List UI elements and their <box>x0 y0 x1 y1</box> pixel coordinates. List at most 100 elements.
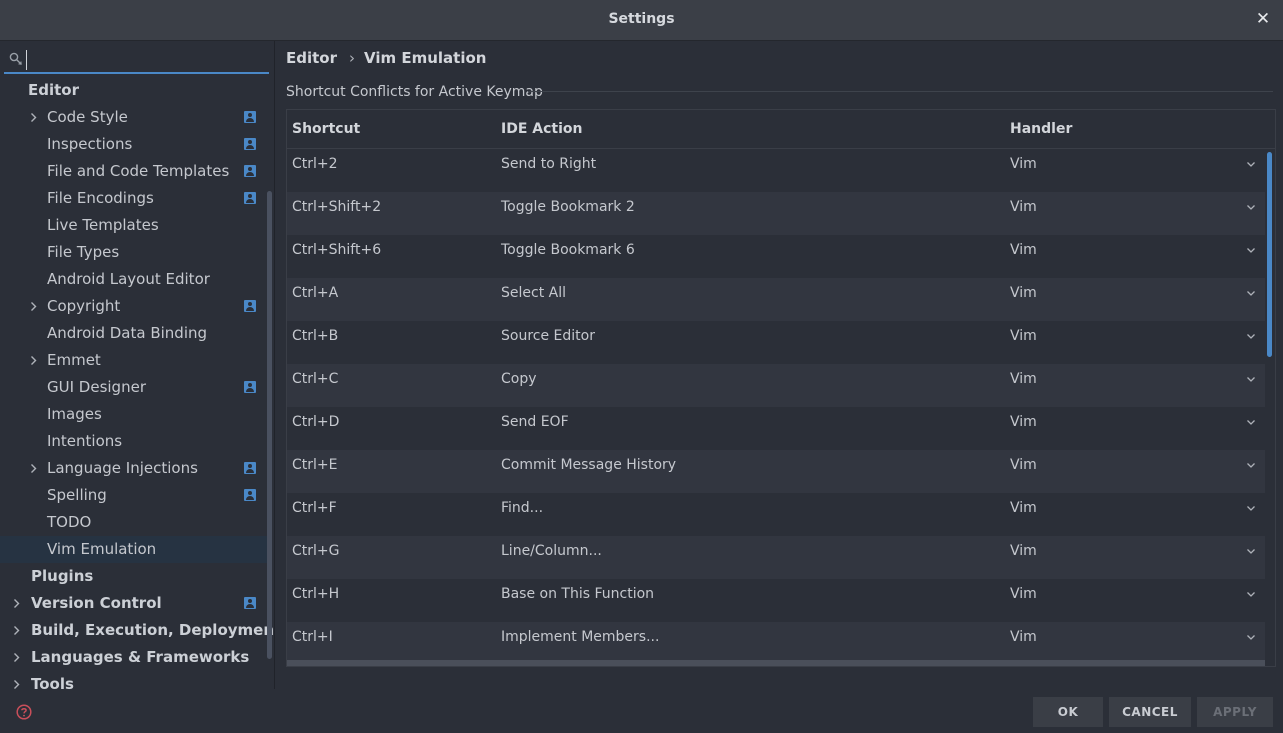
project-level-icon <box>244 597 256 609</box>
sidebar-item-label: Spelling <box>47 486 107 504</box>
cell-ide-action: Source Editor <box>501 328 595 344</box>
chevron-down-icon[interactable] <box>1245 459 1257 471</box>
apply-button[interactable]: APPLY <box>1197 697 1273 727</box>
sidebar-item-label: Plugins <box>31 567 94 585</box>
sidebar-item-intentions[interactable]: Intentions <box>0 428 270 455</box>
chevron-right-icon[interactable] <box>11 644 23 671</box>
chevron-down-icon[interactable] <box>1245 201 1257 213</box>
handler-dropdown[interactable]: Vim <box>1010 328 1037 344</box>
cell-shortcut: Ctrl+F <box>292 500 337 516</box>
sidebar-item-spelling[interactable]: Spelling <box>0 482 270 509</box>
sidebar-item-vim-emulation[interactable]: Vim Emulation <box>0 536 270 563</box>
sidebar-item-editor[interactable]: Editor <box>0 77 270 104</box>
handler-dropdown[interactable]: Vim <box>1010 199 1037 215</box>
table-row[interactable]: Ctrl+H Base on This Function Vim <box>287 579 1265 622</box>
chevron-right-icon[interactable] <box>28 455 40 482</box>
chevron-right-icon[interactable] <box>28 104 40 131</box>
table-row[interactable]: Ctrl+E Commit Message History Vim <box>287 450 1265 493</box>
cell-ide-action: Send to Right <box>501 156 597 172</box>
table-row[interactable]: Ctrl+F Find... Vim <box>287 493 1265 536</box>
sidebar-item-file-types[interactable]: File Types <box>0 239 270 266</box>
table-vertical-scrollbar[interactable] <box>1267 152 1272 357</box>
chevron-right-icon[interactable] <box>11 671 23 689</box>
sidebar-item-emmet[interactable]: Emmet <box>0 347 270 374</box>
handler-dropdown[interactable]: Vim <box>1010 242 1037 258</box>
sidebar-item-language-injections[interactable]: Language Injections <box>0 455 270 482</box>
table-row[interactable]: Ctrl+G Line/Column... Vim <box>287 536 1265 579</box>
handler-dropdown[interactable]: Vim <box>1010 371 1037 387</box>
chevron-right-icon[interactable] <box>11 617 23 644</box>
close-icon[interactable]: ✕ <box>1254 10 1272 28</box>
sidebar-item-version-control[interactable]: Version Control <box>0 590 270 617</box>
column-header-shortcut[interactable]: Shortcut <box>292 121 360 137</box>
sidebar-item-label: Android Layout Editor <box>47 270 210 288</box>
chevron-right-icon[interactable] <box>11 590 23 617</box>
sidebar-item-label: Images <box>47 405 102 423</box>
column-header-ide-action[interactable]: IDE Action <box>501 121 582 137</box>
chevron-right-icon[interactable] <box>28 293 40 320</box>
sidebar-item-build-execution-deployment[interactable]: Build, Execution, Deployment <box>0 617 274 644</box>
search-input[interactable] <box>26 50 266 70</box>
project-level-icon <box>244 138 256 150</box>
chevron-down-icon[interactable] <box>1245 502 1257 514</box>
sidebar-item-file-and-code-templates[interactable]: File and Code Templates <box>0 158 270 185</box>
handler-dropdown[interactable]: Vim <box>1010 285 1037 301</box>
sidebar-scrollbar[interactable] <box>267 191 272 659</box>
sidebar-item-tools[interactable]: Tools <box>0 671 270 689</box>
table-row[interactable]: Ctrl+D Send EOF Vim <box>287 407 1265 450</box>
chevron-down-icon[interactable] <box>1245 631 1257 643</box>
chevron-down-icon[interactable] <box>1245 287 1257 299</box>
chevron-down-icon[interactable] <box>1245 244 1257 256</box>
sidebar-item-label: Copyright <box>47 297 121 315</box>
sidebar-item-android-data-binding[interactable]: Android Data Binding <box>0 320 270 347</box>
cell-ide-action: Toggle Bookmark 6 <box>501 242 635 258</box>
table-row[interactable]: Ctrl+Shift+2 Toggle Bookmark 2 Vim <box>287 192 1265 235</box>
breadcrumb: Editor › Vim Emulation <box>286 49 486 69</box>
sidebar-item-label: Editor <box>28 81 79 99</box>
sidebar-item-todo[interactable]: TODO <box>0 509 270 536</box>
chevron-down-icon[interactable] <box>1245 158 1257 170</box>
table-row[interactable]: Ctrl+2 Send to Right Vim <box>287 149 1265 192</box>
handler-dropdown[interactable]: Vim <box>1010 500 1037 516</box>
table-row[interactable]: Ctrl+C Copy Vim <box>287 364 1265 407</box>
sidebar-item-images[interactable]: Images <box>0 401 270 428</box>
sidebar-item-live-templates[interactable]: Live Templates <box>0 212 270 239</box>
table-horizontal-scrollbar[interactable] <box>287 660 1265 666</box>
column-header-handler[interactable]: Handler <box>1010 121 1072 137</box>
chevron-right-icon[interactable] <box>28 347 40 374</box>
cell-ide-action: Implement Members... <box>501 629 660 645</box>
handler-dropdown[interactable]: Vim <box>1010 586 1037 602</box>
sidebar-item-label: Tools <box>31 675 74 689</box>
sidebar-item-file-encodings[interactable]: File Encodings <box>0 185 270 212</box>
handler-dropdown[interactable]: Vim <box>1010 457 1037 473</box>
handler-dropdown[interactable]: Vim <box>1010 414 1037 430</box>
handler-dropdown[interactable]: Vim <box>1010 543 1037 559</box>
handler-dropdown[interactable]: Vim <box>1010 629 1037 645</box>
sidebar-item-label: Language Injections <box>47 459 198 477</box>
sidebar-item-code-style[interactable]: Code Style <box>0 104 270 131</box>
section-divider <box>528 91 1273 92</box>
breadcrumb-parent[interactable]: Editor <box>286 49 337 67</box>
cancel-button[interactable]: CANCEL <box>1109 697 1191 727</box>
sidebar-item-plugins[interactable]: Plugins <box>0 563 270 590</box>
chevron-down-icon[interactable] <box>1245 330 1257 342</box>
sidebar-item-gui-designer[interactable]: GUI Designer <box>0 374 270 401</box>
table-row[interactable]: Ctrl+B Source Editor Vim <box>287 321 1265 364</box>
sidebar-item-languages-frameworks[interactable]: Languages & Frameworks <box>0 644 270 671</box>
section-title: Shortcut Conflicts for Active Keymap <box>286 84 543 100</box>
help-icon[interactable] <box>16 704 32 720</box>
chevron-down-icon[interactable] <box>1245 416 1257 428</box>
chevron-down-icon[interactable] <box>1245 588 1257 600</box>
sidebar-item-label: Intentions <box>47 432 123 450</box>
chevron-down-icon[interactable] <box>1245 373 1257 385</box>
project-level-icon <box>244 381 256 393</box>
table-row[interactable]: Ctrl+A Select All Vim <box>287 278 1265 321</box>
sidebar-item-android-layout-editor[interactable]: Android Layout Editor <box>0 266 270 293</box>
sidebar-item-copyright[interactable]: Copyright <box>0 293 270 320</box>
sidebar-item-inspections[interactable]: Inspections <box>0 131 270 158</box>
ok-button[interactable]: OK <box>1033 697 1103 727</box>
chevron-down-icon[interactable] <box>1245 545 1257 557</box>
table-row[interactable]: Ctrl+I Implement Members... Vim <box>287 622 1265 665</box>
handler-dropdown[interactable]: Vim <box>1010 156 1037 172</box>
table-row[interactable]: Ctrl+Shift+6 Toggle Bookmark 6 Vim <box>287 235 1265 278</box>
